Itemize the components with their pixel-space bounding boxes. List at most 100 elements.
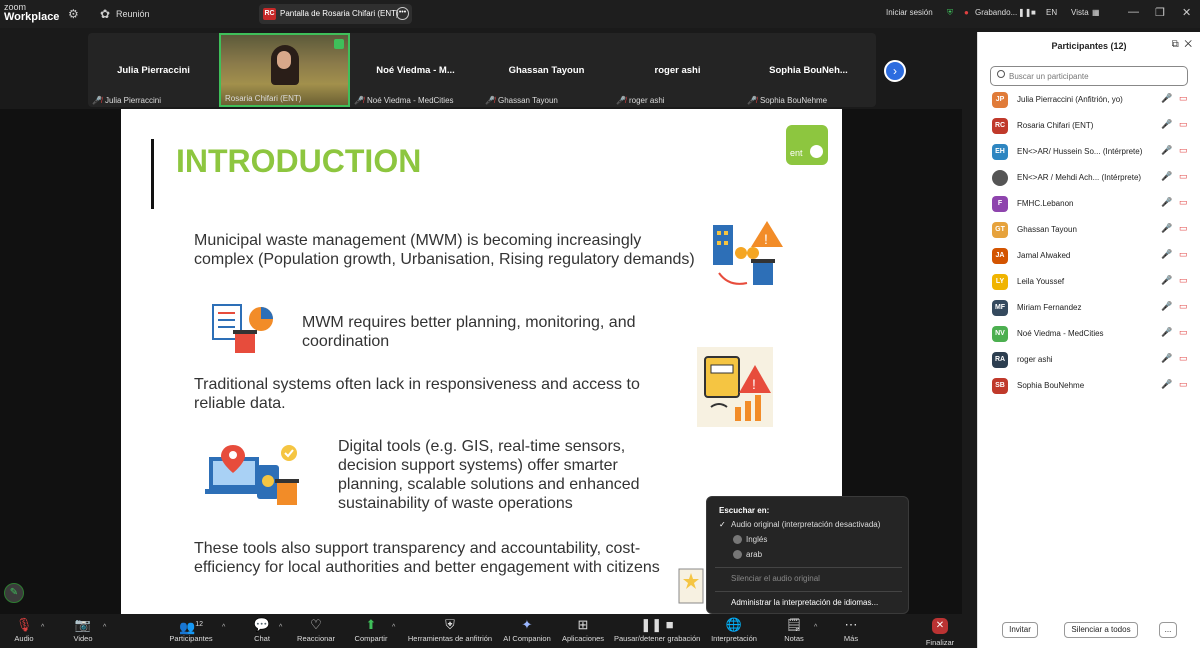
video-tile[interactable]: Julia Pierraccini 🎤̸ Julia Pierraccini (88, 33, 219, 107)
chat-caret-icon[interactable]: ^ (279, 624, 282, 631)
language-label[interactable]: EN (1046, 8, 1057, 17)
invite-button[interactable]: Invitar (1002, 622, 1038, 638)
participant-search-input[interactable]: Buscar un participante (990, 66, 1188, 86)
ai-companion-button[interactable]: ✦ AI Companion (502, 614, 552, 643)
chat-button[interactable]: 💬 Chat (250, 614, 274, 643)
popout-icon[interactable]: ⧉ (1172, 39, 1179, 50)
participant-row[interactable]: RA roger ashi 🎤 ▭ (978, 350, 1200, 370)
share-button[interactable]: ⬆ Compartir (352, 614, 390, 643)
stop-recording-icon[interactable]: ■ (1031, 8, 1036, 17)
notes-button[interactable]: 🗒 Notas (782, 614, 806, 643)
apps-button[interactable]: ⊞ Aplicaciones (561, 614, 605, 643)
participant-row[interactable]: JA Jamal Alwaked 🎤 ▭ (978, 246, 1200, 266)
more-options-icon[interactable]: ••• (396, 7, 409, 20)
mic-muted-icon[interactable]: 🎤 (1161, 93, 1172, 104)
end-meeting-icon[interactable]: ✕ (932, 618, 948, 634)
camera-off-icon[interactable]: ▭ (1179, 223, 1188, 234)
participant-row[interactable]: EH EN<>AR/ Hussein So... (Intérprete) 🎤 ▭ (978, 142, 1200, 162)
host-tools-button[interactable]: ⛨ Herramientas de anfitrión (406, 614, 494, 643)
mic-muted-icon[interactable]: 🎤 (1161, 145, 1172, 156)
participant-name: Leila Youssef (1017, 277, 1065, 286)
camera-off-icon[interactable]: ▭ (1179, 145, 1188, 156)
pause-recording-icon[interactable]: ❚❚ (1018, 8, 1031, 17)
recording-label[interactable]: Grabando... (975, 8, 1017, 17)
camera-off-icon[interactable]: ▭ (1179, 93, 1188, 104)
close-icon[interactable]: ✕ (1182, 6, 1191, 19)
search-placeholder: Buscar un participante (1009, 72, 1089, 81)
camera-off-icon[interactable]: ▭ (1179, 353, 1188, 364)
participants-button[interactable]: 👥12 Participantes (166, 614, 216, 643)
participants-caret-icon[interactable]: ^ (222, 624, 225, 631)
camera-off-icon[interactable]: ▭ (1179, 249, 1188, 260)
mic-muted-icon[interactable]: 🎤 (1161, 197, 1172, 208)
maximize-icon[interactable]: ❐ (1155, 6, 1165, 19)
video-tile[interactable]: Noé Viedma - M... 🎤̸ Noé Viedma - MedCiti… (350, 33, 481, 107)
video-button[interactable]: 📷 Video (68, 614, 98, 643)
city-waste-illustration-icon: ! (713, 221, 783, 285)
participant-row[interactable]: EN<>AR / Mehdi Ach... (Intérprete) 🎤 ▭ (978, 168, 1200, 188)
participant-row[interactable]: SB Sophia BouNehme 🎤 ▭ (978, 376, 1200, 396)
share-screen-icon: ⬆ (365, 617, 377, 632)
mute-all-button[interactable]: Silenciar a todos (1064, 622, 1138, 638)
participant-row[interactable]: JP Julia Pierraccini (Anfitrión, yo) 🎤 ▭ (978, 90, 1200, 110)
close-panel-icon[interactable]: ✕ (1184, 39, 1192, 50)
audio-button[interactable]: 🎙 Audio (10, 614, 38, 643)
participant-row[interactable]: NV Noé Viedma - MedCities 🎤 ▭ (978, 324, 1200, 344)
more-label: Más (843, 634, 859, 643)
data-warning-illustration-icon: ! (697, 347, 773, 427)
audio-label: Audio (14, 634, 34, 643)
video-tile[interactable]: Ghassan Tayoun 🎤̸ Ghassan Tayoun (481, 33, 612, 107)
camera-off-icon[interactable]: ▭ (1179, 327, 1188, 338)
next-page-arrow-icon[interactable]: › (884, 60, 906, 82)
video-options-caret-icon[interactable]: ^ (103, 624, 106, 631)
mic-muted-icon[interactable]: 🎤 (1161, 119, 1172, 130)
share-label: Compartir (354, 634, 388, 643)
video-tile[interactable]: Sophia BouNeh... 🎤̸ Sophia BouNehme (743, 33, 874, 107)
camera-off-icon[interactable]: ▭ (1179, 119, 1188, 130)
mic-muted-icon[interactable]: 🎤 (1161, 223, 1172, 234)
manage-interpretation-option[interactable]: Administrar la interpretación de idiomas… (731, 598, 878, 607)
mic-muted-icon[interactable]: 🎤 (1161, 275, 1172, 286)
camera-off-icon[interactable]: ▭ (1179, 301, 1188, 312)
screen-share-chip[interactable]: RC Pantalla de Rosaria Chifari (ENT) ••• (259, 4, 412, 24)
interp-option-english[interactable]: Inglés (733, 535, 767, 545)
view-button[interactable]: Vista (1071, 8, 1089, 17)
interp-option-original[interactable]: ✓ Audio original (interpretación desactiv… (719, 520, 880, 529)
video-tile[interactable]: roger ashi 🎤̸ roger ashi (612, 33, 743, 107)
camera-off-icon[interactable]: ▭ (1179, 379, 1188, 390)
tile-label: 🎤̸ Sophia BouNehme (747, 96, 827, 105)
interpretation-button[interactable]: 🌐 Interpretación (709, 614, 759, 643)
mic-muted-icon[interactable]: 🎤 (1161, 171, 1172, 182)
notes-caret-icon[interactable]: ^ (814, 624, 817, 631)
participant-row[interactable]: GT Ghassan Tayoun 🎤 ▭ (978, 220, 1200, 240)
video-tile-active-speaker[interactable]: Rosaria Chifari (ENT) (219, 33, 350, 107)
react-button[interactable]: ♡ Reaccionar (296, 614, 336, 643)
mic-muted-icon[interactable]: 🎤 (1161, 327, 1172, 338)
interp-option-arab[interactable]: arab (733, 550, 762, 560)
camera-off-icon[interactable]: ▭ (1179, 171, 1188, 182)
record-button[interactable]: ❚❚ ■ Pausar/detener grabación (614, 614, 700, 643)
end-button[interactable]: Finalizar (925, 638, 955, 647)
slide-paragraph-2: MWM requires better planning, monitoring… (302, 314, 636, 350)
tile-name: Ghassan Tayoun (508, 65, 585, 76)
participant-row[interactable]: LY Leila Youssef 🎤 ▭ (978, 272, 1200, 292)
mic-muted-icon[interactable]: 🎤 (1161, 379, 1172, 390)
audio-options-caret-icon[interactable]: ^ (41, 624, 44, 631)
mic-muted-icon[interactable]: 🎤 (1161, 301, 1172, 312)
participant-row[interactable]: MF Miriam Fernandez 🎤 ▭ (978, 298, 1200, 318)
more-participant-options-button[interactable]: ... (1159, 622, 1177, 638)
signin-link[interactable]: Iniciar sesión (886, 8, 933, 17)
mic-muted-icon[interactable]: 🎤 (1161, 353, 1172, 364)
participant-row[interactable]: F FMHC.Lebanon 🎤 ▭ (978, 194, 1200, 214)
minimize-icon[interactable]: — (1128, 6, 1139, 18)
camera-off-icon[interactable]: ▭ (1179, 197, 1188, 208)
camera-off-icon[interactable]: ▭ (1179, 275, 1188, 286)
meeting-label[interactable]: Reunión (116, 9, 150, 19)
annotate-pen-icon[interactable]: ✎ (4, 583, 24, 603)
participant-row[interactable]: RC Rosaria Chifari (ENT) 🎤 ▭ (978, 116, 1200, 136)
mic-muted-icon[interactable]: 🎤 (1161, 249, 1172, 260)
more-button[interactable]: ⋯ Más (840, 614, 862, 643)
shield-icon[interactable]: ⛨ (947, 8, 953, 18)
share-caret-icon[interactable]: ^ (392, 624, 395, 631)
settings-icon[interactable]: ⚙ (68, 7, 79, 21)
